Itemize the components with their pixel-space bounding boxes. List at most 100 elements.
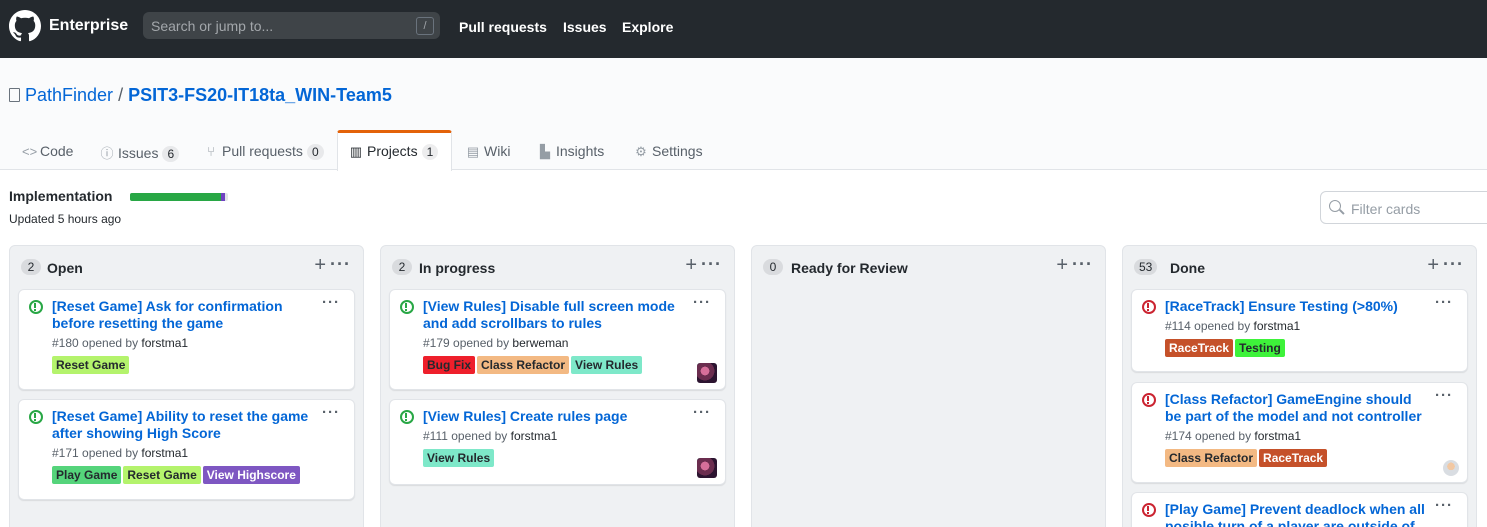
opened-by-text: opened by <box>447 429 511 443</box>
issue-number: #111 <box>423 429 448 443</box>
author-link[interactable]: berweman <box>512 336 568 350</box>
column-menu-icon[interactable]: ··· <box>1072 254 1093 275</box>
card-title-link[interactable]: [View Rules] Create rules page <box>423 408 683 425</box>
card-menu-icon[interactable]: ··· <box>322 404 340 421</box>
label-list: Play Game Reset Game View Highscore <box>52 466 302 484</box>
filter-cards-input[interactable]: Filter cards <box>1320 191 1487 224</box>
open-issue-icon <box>400 410 414 424</box>
card-title-link[interactable]: [Reset Game] Ability to reset the game a… <box>52 408 312 442</box>
issue-card[interactable]: [RaceTrack] Ensure Testing (>80%) ··· #114… <box>1131 289 1468 372</box>
card-meta: #171 opened by forstma1 <box>52 446 188 460</box>
assignee-avatar[interactable] <box>1443 460 1459 476</box>
column-menu-icon[interactable]: ··· <box>701 254 722 275</box>
label-play-game[interactable]: Play Game <box>52 466 122 484</box>
repo-breadcrumb: PathFinder / PSIT3-FS20-IT18ta_WIN-Team5 <box>25 85 392 106</box>
column-card-count: 0 <box>763 259 783 275</box>
label-class-refactor[interactable]: Class Refactor <box>1165 449 1258 467</box>
progress-done-segment <box>130 193 222 201</box>
project-title: Implementation <box>9 188 113 204</box>
add-card-icon[interactable]: + <box>314 254 326 277</box>
card-menu-icon[interactable]: ··· <box>1435 497 1453 514</box>
label-list: Bug Fix Class Refactor View Rules <box>423 356 644 374</box>
card-title-link[interactable]: [RaceTrack] Ensure Testing (>80%) <box>1165 298 1425 315</box>
issue-number: #179 <box>423 336 450 350</box>
nav-pull-requests[interactable]: Pull requests <box>459 19 547 35</box>
code-icon: <> <box>22 144 38 159</box>
card-meta: #180 opened by forstma1 <box>52 336 188 350</box>
repo-icon <box>9 88 20 102</box>
label-reset-game[interactable]: Reset Game <box>123 466 201 484</box>
add-card-icon[interactable]: + <box>1427 254 1439 277</box>
issue-icon: ⓘ <box>100 146 114 161</box>
issue-card[interactable]: [View Rules] Disable full screen mode an… <box>389 289 726 390</box>
column-menu-icon[interactable]: ··· <box>330 254 351 275</box>
tab-label: Projects <box>367 143 418 159</box>
author-link[interactable]: forstma1 <box>141 446 188 460</box>
search-placeholder: Search or jump to... <box>151 18 274 34</box>
open-issue-icon <box>29 300 43 314</box>
progress-in-progress-segment <box>221 193 226 201</box>
label-racetrack[interactable]: RaceTrack <box>1165 339 1234 357</box>
tab-label: Pull requests <box>222 143 303 159</box>
label-reset-game[interactable]: Reset Game <box>52 356 130 374</box>
gear-icon: ⚙ <box>635 144 647 159</box>
label-list: View Rules <box>423 449 496 467</box>
add-card-icon[interactable]: + <box>685 254 697 277</box>
nav-issues[interactable]: Issues <box>563 19 607 35</box>
column-name: Done <box>1170 260 1205 276</box>
search-box[interactable]: Search or jump to... / <box>143 12 440 39</box>
project-column-done: 53 Done + ··· [RaceTrack] Ensure Testing (>8… <box>1122 245 1477 527</box>
book-icon: ▤ <box>466 144 480 159</box>
author-link[interactable]: forstma1 <box>141 336 188 350</box>
author-link[interactable]: forstma1 <box>1254 319 1301 333</box>
column-card-count: 2 <box>392 259 412 275</box>
column-menu-icon[interactable]: ··· <box>1443 254 1464 275</box>
tab-label: Issues <box>118 145 159 161</box>
author-link[interactable]: forstma1 <box>1254 429 1301 443</box>
label-testing[interactable]: Testing <box>1235 339 1285 357</box>
label-view-highscore[interactable]: View Highscore <box>202 466 300 484</box>
opened-by-text: opened by <box>1190 319 1254 333</box>
label-class-refactor[interactable]: Class Refactor <box>477 356 570 374</box>
filter-placeholder: Filter cards <box>1351 201 1421 217</box>
card-meta: #179 opened by berweman <box>423 336 568 350</box>
author-link[interactable]: forstma1 <box>511 429 558 443</box>
repo-name-link[interactable]: PSIT3-FS20-IT18ta_WIN-Team5 <box>128 85 392 105</box>
card-title-link[interactable]: [Reset Game] Ask for confirmation before… <box>52 298 312 332</box>
nav-explore[interactable]: Explore <box>622 19 673 35</box>
closed-issue-icon <box>1142 503 1156 517</box>
card-menu-icon[interactable]: ··· <box>1435 387 1453 404</box>
issue-card[interactable]: [Class Refactor] GameEngine should be pa… <box>1131 382 1468 483</box>
label-view-rules[interactable]: View Rules <box>423 449 495 467</box>
card-title-link[interactable]: [Play Game] Prevent deadlock when all po… <box>1165 501 1425 527</box>
github-logo-icon[interactable] <box>9 10 41 42</box>
card-menu-icon[interactable]: ··· <box>693 294 711 311</box>
search-shortcut-key: / <box>416 17 434 35</box>
repo-owner-link[interactable]: PathFinder <box>25 85 113 105</box>
tab-projects[interactable]: ▥ Projects 1 <box>337 130 452 171</box>
issue-card[interactable]: [View Rules] Create rules page ··· #111 op… <box>389 399 726 485</box>
issue-card[interactable]: [Reset Game] Ability to reset the game a… <box>18 399 355 500</box>
card-title-link[interactable]: [Class Refactor] GameEngine should be pa… <box>1165 391 1425 425</box>
label-bug-fix[interactable]: Bug Fix <box>423 356 475 374</box>
card-title-link[interactable]: [View Rules] Disable full screen mode an… <box>423 298 683 332</box>
card-menu-icon[interactable]: ··· <box>693 404 711 421</box>
opened-by-text: opened by <box>1191 429 1255 443</box>
issue-card[interactable]: [Reset Game] Ask for confirmation before… <box>18 289 355 390</box>
issue-card[interactable]: [Play Game] Prevent deadlock when all po… <box>1131 492 1468 527</box>
card-menu-icon[interactable]: ··· <box>322 294 340 311</box>
tab-label: Insights <box>556 143 605 159</box>
label-view-rules[interactable]: View Rules <box>571 356 643 374</box>
repository-header: PathFinder / PSIT3-FS20-IT18ta_WIN-Team5… <box>0 58 1487 171</box>
brand-name[interactable]: Enterprise <box>49 17 128 35</box>
label-racetrack[interactable]: RaceTrack <box>1259 449 1328 467</box>
issue-number: #171 <box>52 446 79 460</box>
add-card-icon[interactable]: + <box>1056 254 1068 277</box>
label-list: RaceTrack Testing <box>1165 339 1287 357</box>
card-menu-icon[interactable]: ··· <box>1435 294 1453 311</box>
assignee-avatar[interactable] <box>697 458 717 478</box>
pull-request-icon: ⑂ <box>207 144 215 159</box>
closed-issue-icon <box>1142 300 1156 314</box>
assignee-avatar[interactable] <box>697 363 717 383</box>
issue-number: #180 <box>52 336 79 350</box>
